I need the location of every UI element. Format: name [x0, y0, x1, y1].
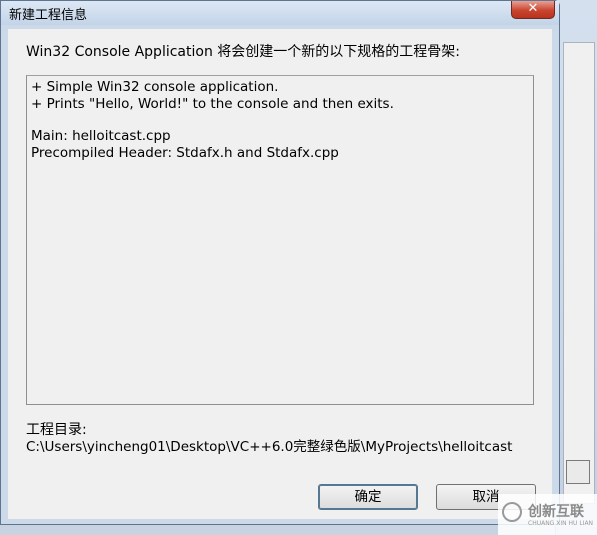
info-line: + Simple Win32 console application. — [31, 79, 279, 95]
close-button[interactable]: ✕ — [511, 1, 555, 19]
watermark: 创新互联 CHUANG XIN HU LIAN — [498, 494, 597, 535]
close-icon: ✕ — [527, 1, 539, 16]
info-line: Main: helloitcast.cpp — [31, 128, 171, 144]
watermark-text: 创新互联 — [528, 504, 584, 520]
window-title: 新建工程信息 — [9, 8, 88, 23]
background-button — [566, 460, 590, 484]
dialog-heading: Win32 Console Application 将会创建一个新的以下规格的工… — [26, 44, 460, 60]
background-panel — [563, 42, 595, 504]
new-project-info-dialog: 新建工程信息 ✕ Win32 Console Application 将会创建一… — [0, 0, 560, 525]
watermark-subtext: CHUANG XIN HU LIAN — [528, 520, 594, 527]
project-info-box: + Simple Win32 console application. + Pr… — [26, 75, 534, 405]
title-bar[interactable]: 新建工程信息 ✕ — [1, 1, 559, 25]
info-line: Precompiled Header: Stdafx.h and Stdafx.… — [31, 145, 339, 161]
dialog-client-area: Win32 Console Application 将会创建一个新的以下规格的工… — [8, 29, 552, 519]
info-line: + Prints "Hello, World!" to the console … — [31, 96, 394, 112]
ok-button[interactable]: 确定 — [318, 484, 418, 510]
project-dir-path: C:\Users\yincheng01\Desktop\VC++6.0完整绿色版… — [26, 439, 513, 455]
watermark-logo-icon — [502, 502, 522, 522]
